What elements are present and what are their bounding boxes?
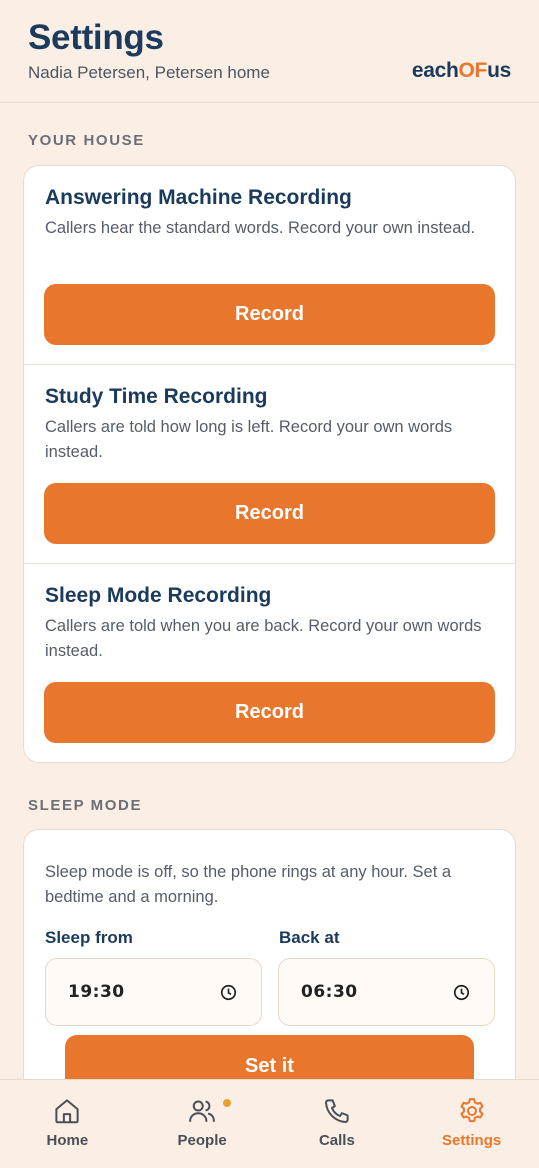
people-icon — [189, 1100, 215, 1122]
sleep-from-input[interactable]: 19:30 — [45, 958, 262, 1026]
clock-icon — [453, 984, 470, 1001]
recording-title: Answering Machine Recording — [45, 186, 352, 209]
sleep-mode-description: Sleep mode is off, so the phone rings at… — [45, 863, 452, 906]
back-at-value: 06:30 — [301, 982, 358, 1002]
recording-item-sleep: Sleep Mode Recording Callers are told wh… — [24, 564, 515, 762]
page-title: Settings — [28, 18, 164, 57]
record-answering-button[interactable]: Record — [44, 284, 495, 345]
recording-description: Callers hear the standard words. Record … — [45, 219, 476, 237]
header: Settings Nadia Petersen, Petersen home e… — [0, 0, 539, 103]
logo-text-us: us — [487, 59, 511, 82]
recording-item-study: Study Time Recording Callers are told ho… — [24, 365, 515, 564]
back-at-label: Back at — [279, 928, 340, 947]
back-at-input[interactable]: 06:30 — [278, 958, 495, 1026]
sleep-from-value: 19:30 — [68, 982, 125, 1002]
tab-home[interactable]: Home — [0, 1080, 135, 1168]
home-icon — [55, 1099, 79, 1124]
tab-calls[interactable]: Calls — [270, 1080, 405, 1168]
brand-logo: eachOFus — [412, 59, 511, 83]
record-study-button[interactable]: Record — [44, 483, 495, 544]
tab-settings[interactable]: Settings — [404, 1080, 539, 1168]
recording-title: Sleep Mode Recording — [45, 584, 272, 607]
notification-badge — [222, 1099, 231, 1107]
recording-item-answering: Answering Machine Recording Callers hear… — [24, 166, 515, 365]
recordings-card: Answering Machine Recording Callers hear… — [23, 165, 516, 763]
section-label-your-house: YOUR HOUSE — [28, 132, 145, 149]
recording-description: Callers are told how long is left. Recor… — [45, 418, 453, 461]
tab-bar: Home People Calls Settings — [0, 1079, 539, 1168]
recording-title: Study Time Recording — [45, 385, 268, 408]
phone-icon — [324, 1099, 349, 1123]
tab-label-people: People — [177, 1132, 227, 1149]
household-subtitle: Nadia Petersen, Petersen home — [28, 63, 270, 82]
gear-icon — [460, 1098, 484, 1123]
clock-icon — [220, 984, 237, 1001]
tab-label-home: Home — [46, 1132, 89, 1149]
logo-text-each: each — [411, 59, 459, 82]
recording-description: Callers are told when you are back. Reco… — [45, 617, 482, 660]
sleep-from-label: Sleep from — [45, 928, 133, 947]
tab-label-settings: Settings — [442, 1132, 502, 1149]
tab-people[interactable]: People — [135, 1080, 270, 1168]
tab-label-calls: Calls — [318, 1132, 355, 1149]
section-label-sleep-mode: SLEEP MODE — [28, 797, 143, 814]
logo-text-of: OF — [458, 59, 488, 82]
record-sleep-button[interactable]: Record — [44, 682, 495, 743]
